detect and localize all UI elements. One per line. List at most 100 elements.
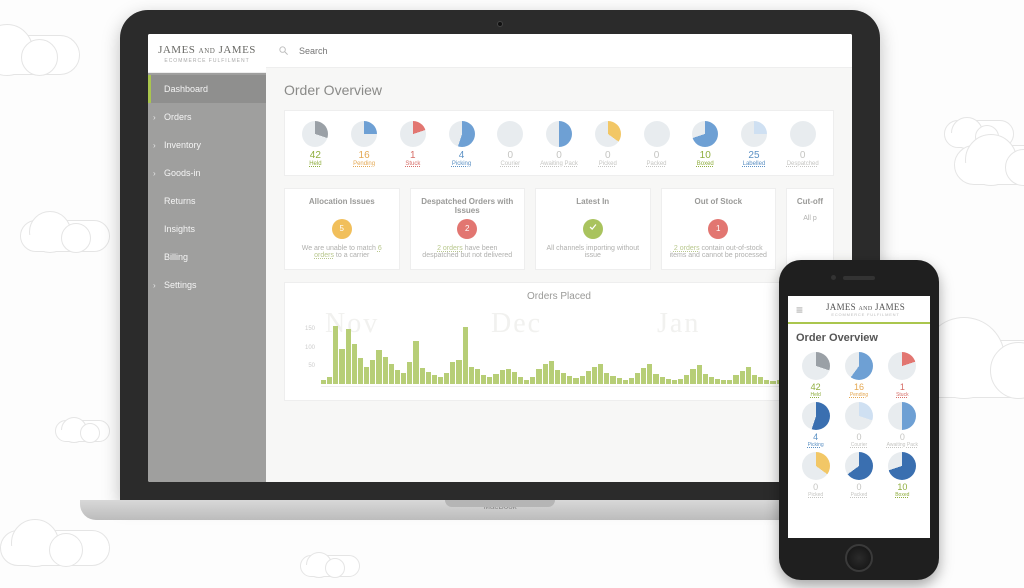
status-text: 2 orders have been despatched but not de…	[419, 245, 517, 259]
status-title: Cut-off	[795, 197, 825, 215]
bar	[573, 378, 578, 384]
sidebar-item-label: Returns	[164, 196, 196, 206]
status-pie[interactable]: 0Packed	[839, 452, 878, 498]
status-pie[interactable]: 0Courier	[486, 121, 535, 167]
status-pie[interactable]: 4Picking	[437, 121, 486, 167]
bar	[604, 373, 609, 384]
pie-label: Picking	[439, 161, 484, 167]
status-pie[interactable]: 16Pending	[839, 352, 878, 398]
status-pie[interactable]: 42Held	[796, 352, 835, 398]
pie-icon	[595, 121, 621, 147]
sidebar-item-billing[interactable]: Billing	[148, 243, 266, 271]
status-text: We are unable to match 6 orders to a car…	[293, 245, 391, 259]
bar	[518, 377, 523, 384]
pie-count: 42	[796, 383, 835, 392]
pie-count: 4	[439, 151, 484, 161]
bar	[697, 365, 702, 384]
pie-count: 0	[488, 151, 533, 161]
status-pie[interactable]: 0Awaiting Pack	[883, 402, 922, 448]
home-button[interactable]	[845, 544, 873, 572]
pie-icon	[692, 121, 718, 147]
bar	[370, 360, 375, 384]
sidebar-item-goods-in[interactable]: ›Goods-in	[148, 159, 266, 187]
sidebar-item-label: Insights	[164, 224, 195, 234]
bar	[413, 341, 418, 384]
bar	[617, 378, 622, 384]
orders-placed-bars	[321, 322, 819, 384]
pie-label: Boxed	[883, 492, 922, 498]
search-icon	[278, 45, 289, 56]
pie-icon	[802, 402, 830, 430]
pie-icon	[497, 121, 523, 147]
bar	[549, 361, 554, 384]
status-pie[interactable]: 0Picked	[796, 452, 835, 498]
status-pie[interactable]: 1Stuck	[388, 121, 437, 167]
status-text: All p	[795, 215, 825, 222]
chevron-right-icon: ›	[153, 281, 156, 290]
phone-mockup: ≡ JAMES AND JAMES ECOMMERCE FULFILMENT O…	[779, 260, 939, 580]
bar	[666, 379, 671, 384]
sidebar-item-settings[interactable]: ›Settings	[148, 271, 266, 299]
chart-title: Orders Placed	[295, 291, 823, 302]
pie-icon	[644, 121, 670, 147]
pie-count: 0	[634, 151, 679, 161]
status-pie[interactable]: 42Held	[291, 121, 340, 167]
status-title: Latest In	[544, 197, 642, 215]
bar	[690, 369, 695, 384]
pie-icon	[400, 121, 426, 147]
pie-label: Labelled	[732, 161, 777, 167]
status-pie[interactable]: 0Awaiting Pack	[535, 121, 584, 167]
pie-count: 0	[883, 433, 922, 442]
pie-count: 1	[883, 383, 922, 392]
pie-icon	[449, 121, 475, 147]
pie-icon	[888, 352, 916, 380]
bar	[592, 367, 597, 385]
status-pie[interactable]: 0Picked	[583, 121, 632, 167]
check-icon	[583, 219, 603, 239]
status-badge: 1	[708, 219, 728, 239]
bar	[469, 367, 474, 385]
bar	[383, 357, 388, 384]
status-pie[interactable]: 4Picking	[796, 402, 835, 448]
status-pie[interactable]: 0Courier	[839, 402, 878, 448]
bar	[524, 380, 529, 384]
status-pie[interactable]: 0Despatched	[778, 121, 827, 167]
status-pie[interactable]: 10Boxed	[883, 452, 922, 498]
bar	[376, 350, 381, 384]
status-pie[interactable]: 16Pending	[340, 121, 389, 167]
cloud-deco	[0, 35, 80, 75]
status-link[interactable]: 6 orders	[314, 245, 382, 259]
pie-count: 10	[883, 483, 922, 492]
status-link[interactable]: 2 orders	[674, 245, 700, 252]
status-pie[interactable]: 10Boxed	[681, 121, 730, 167]
status-card: Out of Stock12 orders contain out-of-sto…	[661, 188, 777, 270]
status-pie[interactable]: 1Stuck	[883, 352, 922, 398]
pie-count: 0	[537, 151, 582, 161]
sidebar-item-dashboard[interactable]: Dashboard	[148, 75, 266, 103]
status-pie[interactable]: 0Packed	[632, 121, 681, 167]
bar	[623, 380, 628, 384]
bar	[395, 370, 400, 384]
bar	[740, 371, 745, 384]
status-link[interactable]: 2 orders	[437, 245, 463, 252]
bar	[444, 373, 449, 384]
bar	[586, 371, 591, 384]
pie-icon	[802, 452, 830, 480]
pie-label: Boxed	[683, 161, 728, 167]
bar	[684, 375, 689, 384]
pie-label: Awaiting Pack	[537, 161, 582, 167]
sidebar-item-inventory[interactable]: ›Inventory	[148, 131, 266, 159]
page-title: Order Overview	[796, 332, 922, 344]
sidebar-item-returns[interactable]: Returns	[148, 187, 266, 215]
bar	[420, 368, 425, 384]
pie-count: 0	[585, 151, 630, 161]
pie-label: Picked	[585, 161, 630, 167]
sidebar-item-insights[interactable]: Insights	[148, 215, 266, 243]
sidebar-item-orders[interactable]: ›Orders	[148, 103, 266, 131]
search-input[interactable]	[299, 46, 840, 56]
bar	[426, 372, 431, 384]
pie-label: Held	[796, 392, 835, 398]
status-pie[interactable]: 25Labelled	[730, 121, 779, 167]
bar	[512, 372, 517, 384]
menu-icon[interactable]: ≡	[796, 304, 803, 316]
